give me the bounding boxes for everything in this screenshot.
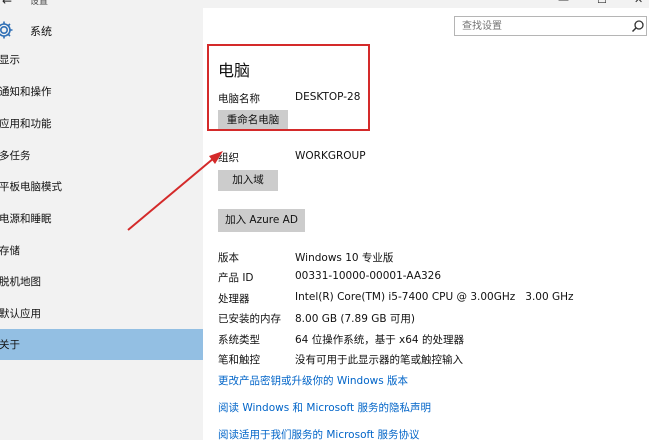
annotation-arrow: [127, 151, 223, 231]
